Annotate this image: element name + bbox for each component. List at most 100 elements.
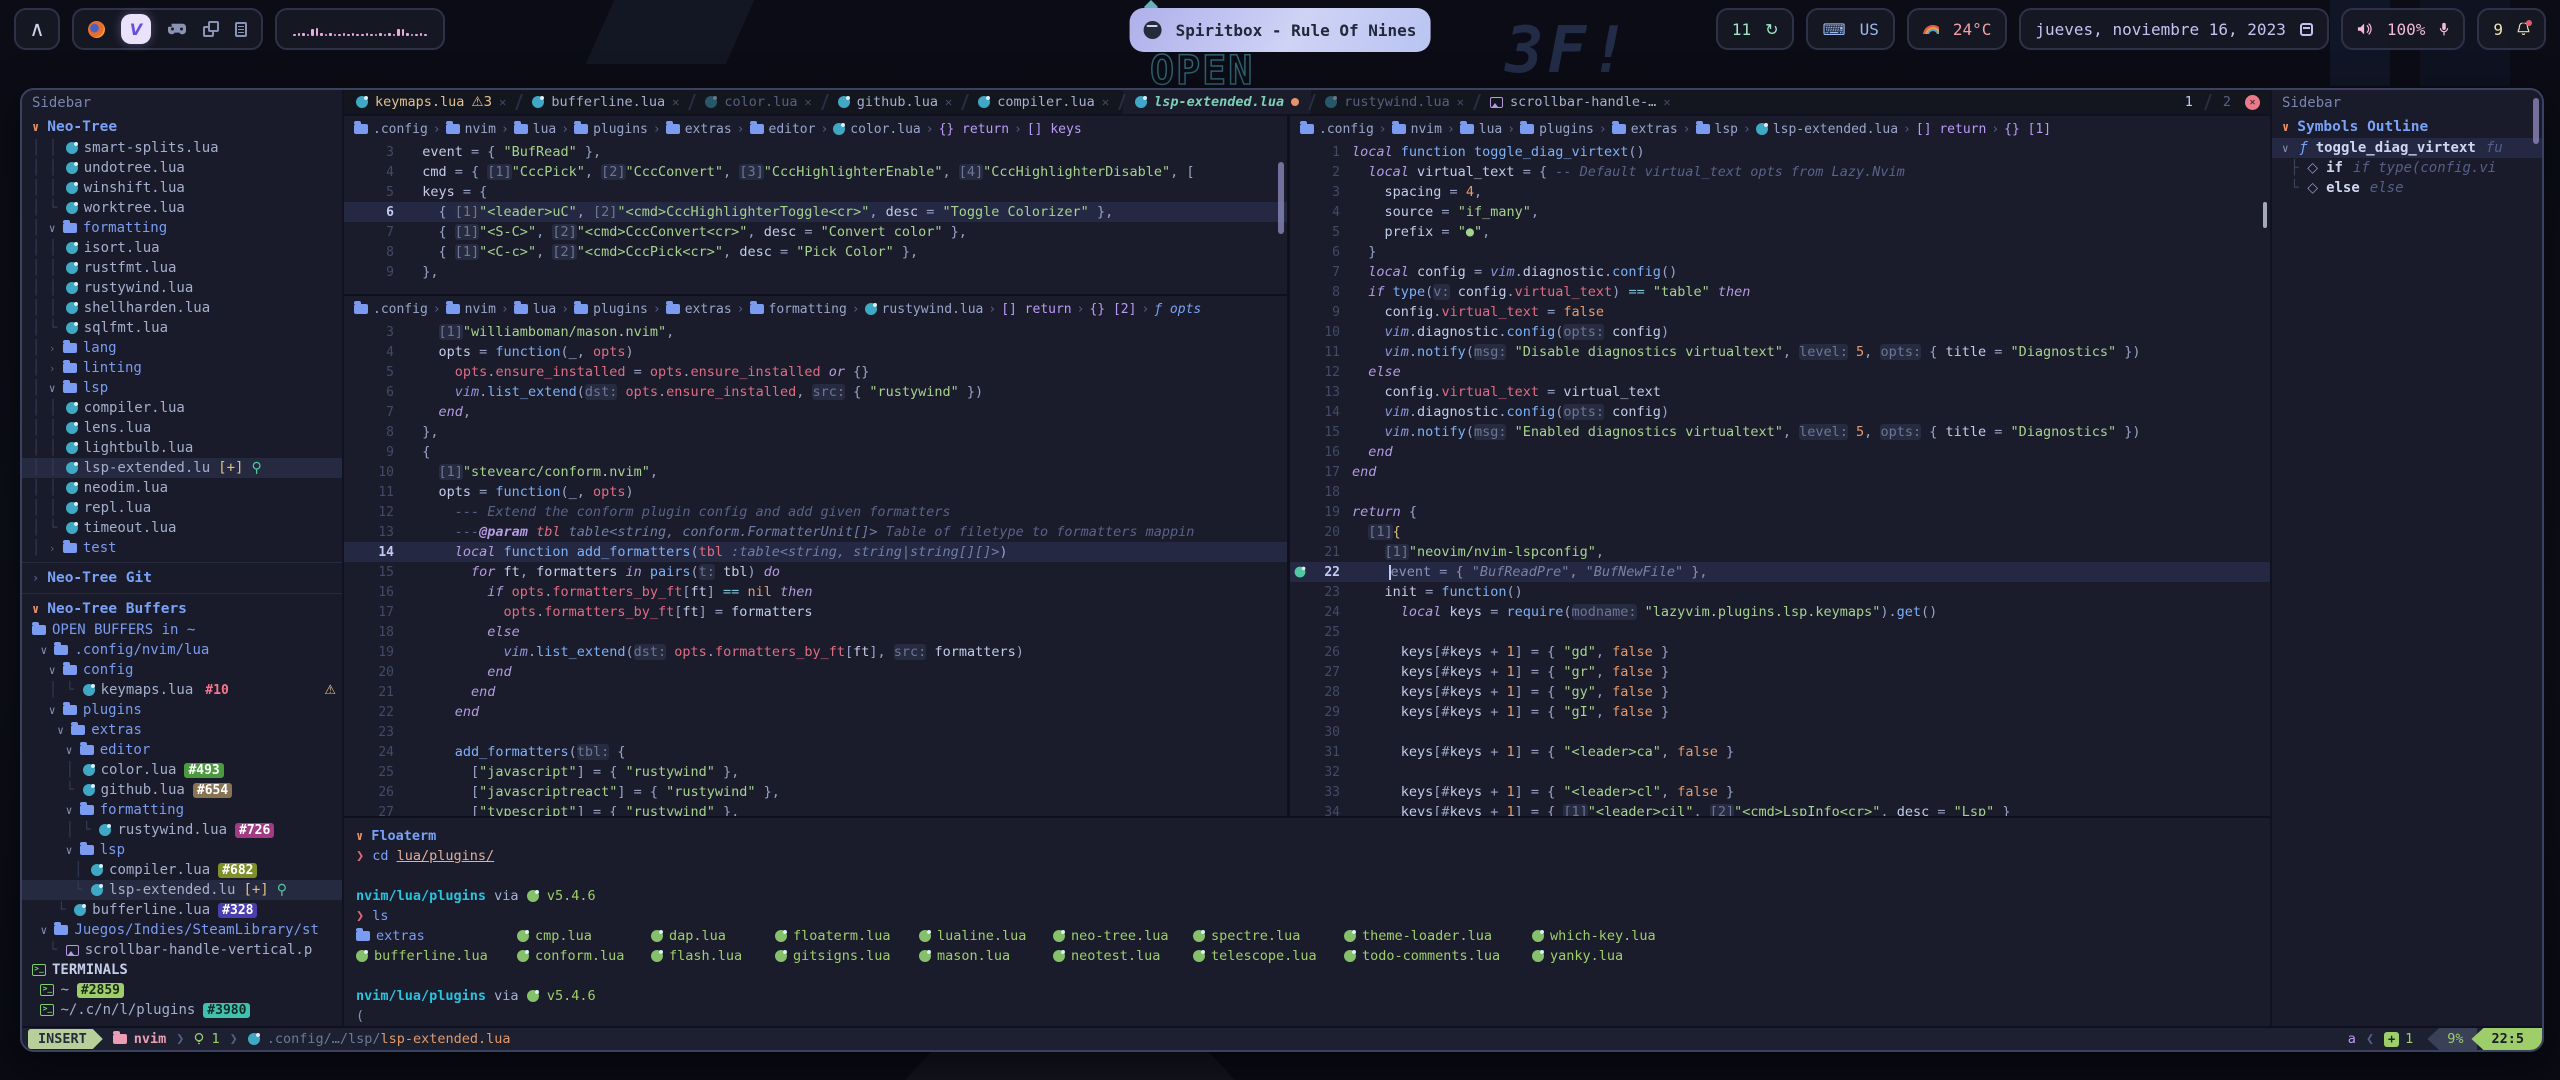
code-line[interactable]: 32: [1290, 762, 2270, 782]
tree-item[interactable]: │ ∨formatting: [22, 218, 342, 238]
breadcrumb-item[interactable]: formatting: [750, 302, 847, 317]
tree-item[interactable]: └ bufferline.lua#328: [22, 900, 342, 920]
tree-item[interactable]: └ github.lua#654: [22, 780, 342, 800]
breadcrumb-item[interactable]: editor: [750, 122, 816, 137]
breadcrumb-item[interactable]: [] return: [1001, 302, 1071, 317]
code-line[interactable]: 26 ["javascriptreact"] = { "rustywind" }…: [344, 782, 1287, 802]
tree-item[interactable]: ∨plugins: [22, 700, 342, 720]
code-line[interactable]: 22 event = { "BufReadPre", "BufNewFile" …: [1290, 562, 2270, 582]
tab-color-lua[interactable]: color.lua✕: [693, 90, 823, 114]
weather-widget[interactable]: 24°C: [1907, 8, 2008, 50]
launcher-button[interactable]: ∧: [14, 8, 60, 50]
code-line[interactable]: 17end: [1290, 462, 2270, 482]
code-line[interactable]: 12 else: [1290, 362, 2270, 382]
code-line[interactable]: 16 if opts.formatters_by_ft[ft] == nil t…: [344, 582, 1287, 602]
tab-rustywind-lua[interactable]: rustywind.lua✕: [1313, 90, 1476, 114]
workspace-games[interactable]: [167, 23, 187, 35]
code-line[interactable]: 14 local function add_formatters(tbl :ta…: [344, 542, 1287, 562]
code-line[interactable]: 7 local config = vim.diagnostic.config(): [1290, 262, 2270, 282]
code-line[interactable]: 21 [1]"neovim/nvim-lspconfig",: [1290, 542, 2270, 562]
code-line[interactable]: 2 local virtual_text = { -- Default virt…: [1290, 162, 2270, 182]
code-line[interactable]: 17 opts.formatters_by_ft[ft] = formatter…: [344, 602, 1287, 622]
breadcrumb-item[interactable]: ƒ opts: [1154, 302, 1201, 317]
code-line[interactable]: 20 end: [344, 662, 1287, 682]
code-line[interactable]: 19return {: [1290, 502, 2270, 522]
breadcrumb-item[interactable]: nvim: [1392, 122, 1442, 137]
tree-item[interactable]: >_TERMINALS: [22, 960, 342, 980]
code-line[interactable]: 27 keys[#keys + 1] = { "gr", false }: [1290, 662, 2270, 682]
breadcrumb-item[interactable]: lua: [514, 122, 556, 137]
breadcrumb-item[interactable]: lsp-extended.lua: [1756, 122, 1898, 137]
breadcrumb-item[interactable]: nvim: [446, 122, 496, 137]
tree-item[interactable]: ∨extras: [22, 720, 342, 740]
breadcrumb-item[interactable]: color.lua: [833, 122, 920, 137]
symbols-outline-header[interactable]: ∨ Symbols Outline: [2272, 116, 2542, 138]
code-line[interactable]: 3 spacing = 4,: [1290, 182, 2270, 202]
floaterm-panel[interactable]: ∨Floaterm❯ cd lua/plugins/nvim/lua/plugi…: [344, 816, 2270, 1026]
code-line[interactable]: 29 keys[#keys + 1] = { "gI", false }: [1290, 702, 2270, 722]
code-area[interactable]: 3 event = { "BufRead" },4 cmd = { [1]"Cc…: [344, 142, 1287, 294]
code-line[interactable]: 4 source = "if_many",: [1290, 202, 2270, 222]
tree-item[interactable]: │ │ smart-splits.lua: [22, 138, 342, 158]
breadcrumb-item[interactable]: .config: [1300, 122, 1374, 137]
code-line[interactable]: 9 },: [344, 262, 1287, 282]
tree-item[interactable]: │ └ rustywind.lua#726: [22, 820, 342, 840]
breadcrumb-item[interactable]: {} [1]: [2004, 122, 2051, 137]
notifications-widget[interactable]: 9: [2477, 8, 2546, 50]
scrollbar[interactable]: [1278, 162, 1284, 234]
breadcrumb-item[interactable]: plugins: [574, 302, 648, 317]
tree-item[interactable]: │ │ undotree.lua: [22, 158, 342, 178]
tree-item[interactable]: >_~/.c/n/l/plugins#3980: [22, 1000, 342, 1020]
breadcrumb-item[interactable]: .config: [354, 122, 428, 137]
breadcrumb-item[interactable]: extras: [666, 122, 732, 137]
outline-item[interactable]: └ ◇elseelse: [2272, 178, 2542, 198]
tree-item[interactable]: ∨editor: [22, 740, 342, 760]
breadcrumb-item[interactable]: lua: [1460, 122, 1502, 137]
tree-item[interactable]: │ color.lua#493: [22, 760, 342, 780]
tab-number-other[interactable]: 2: [2223, 94, 2231, 110]
tab-close-icon[interactable]: ✕: [672, 95, 679, 109]
outline-item[interactable]: ├ ◇ifif type(config.vi: [2272, 158, 2542, 178]
code-line[interactable]: 5 opts.ensure_installed = opts.ensure_in…: [344, 362, 1287, 382]
tab-number-current[interactable]: 1: [2185, 94, 2193, 110]
neotree-section-header[interactable]: ∨ Neo-Tree: [22, 116, 342, 138]
tree-item[interactable]: │ │ repl.lua: [22, 498, 342, 518]
tab-bufferline-lua[interactable]: bufferline.lua✕: [520, 90, 691, 114]
tab-scrollbar-handle-[interactable]: scrollbar-handle-…✕: [1478, 90, 1683, 114]
code-line[interactable]: 18 else: [344, 622, 1287, 642]
workspace-active[interactable]: V: [121, 14, 151, 44]
tree-item[interactable]: │ │ lightbulb.lua: [22, 438, 342, 458]
breadcrumb-item[interactable]: extras: [1612, 122, 1678, 137]
tree-item[interactable]: │ ›lang: [22, 338, 342, 358]
tree-item[interactable]: │ │ lens.lua: [22, 418, 342, 438]
code-line[interactable]: 9 config.virtual_text = false: [1290, 302, 2270, 322]
tab-close-icon[interactable]: ✕: [805, 95, 812, 109]
tree-item[interactable]: ∨Juegos/Indies/SteamLibrary/st: [22, 920, 342, 940]
date-widget[interactable]: jueves, noviembre 16, 2023: [2019, 8, 2328, 50]
code-line[interactable]: 12 --- Extend the conform plugin config …: [344, 502, 1287, 522]
code-line[interactable]: 11 opts = function(_, opts): [344, 482, 1287, 502]
code-line[interactable]: 23 init = function(): [1290, 582, 2270, 602]
tree-item[interactable]: │ │ rustfmt.lua: [22, 258, 342, 278]
code-line[interactable]: 7 end,: [344, 402, 1287, 422]
code-line[interactable]: 1local function toggle_diag_virtext(): [1290, 142, 2270, 162]
code-line[interactable]: 18: [1290, 482, 2270, 502]
code-line[interactable]: 31 keys[#keys + 1] = { "<leader>ca", fal…: [1290, 742, 2270, 762]
tree-item[interactable]: >_~#2859: [22, 980, 342, 1000]
code-line[interactable]: 11 vim.notify(msg: "Disable diagnostics …: [1290, 342, 2270, 362]
tree-item[interactable]: │ ›test: [22, 538, 342, 558]
code-line[interactable]: 30: [1290, 722, 2270, 742]
code-line[interactable]: 13 config.virtual_text = virtual_text: [1290, 382, 2270, 402]
tree-item[interactable]: ∨config: [22, 660, 342, 680]
tree-item[interactable]: │ └ keymaps.lua#10⚠: [22, 680, 342, 700]
tree-item[interactable]: │ │ winshift.lua: [22, 178, 342, 198]
tab-github-lua[interactable]: github.lua✕: [826, 90, 965, 114]
breadcrumb-item[interactable]: {} return: [939, 122, 1009, 137]
breadcrumb-item[interactable]: plugins: [574, 122, 648, 137]
tab-lsp-extended-lua[interactable]: lsp-extended.lua: [1123, 90, 1311, 114]
tree-item[interactable]: │ └ sqlfmt.lua: [22, 318, 342, 338]
outline-item[interactable]: ∨ ƒtoggle_diag_virtextfu: [2272, 138, 2542, 158]
tree-item[interactable]: │ │ rustywind.lua: [22, 278, 342, 298]
tree-item[interactable]: │ │ isort.lua: [22, 238, 342, 258]
code-area[interactable]: 3 [1]"williamboman/mason.nvim",4 opts = …: [344, 322, 1287, 816]
